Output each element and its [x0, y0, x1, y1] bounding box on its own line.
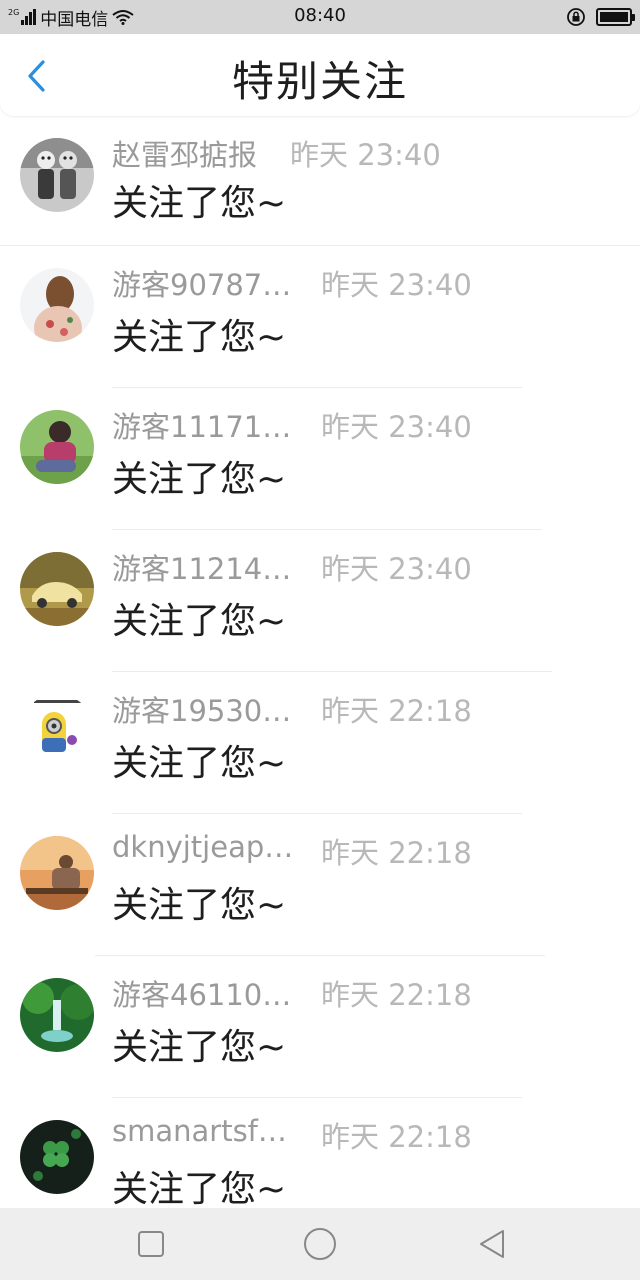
message-text: 关注了您~ [112, 459, 287, 500]
list-item[interactable]: 游客90787… 昨天 23:40 关注了您~ [0, 246, 640, 388]
user-name: smanartsf… [112, 1114, 287, 1148]
message-text: 关注了您~ [112, 1027, 287, 1068]
avatar [20, 268, 94, 342]
avatar [20, 836, 94, 910]
user-name: 游客19530… [112, 694, 292, 728]
back-nav-button[interactable] [472, 1224, 512, 1264]
timestamp: 昨天 23:40 [321, 552, 472, 586]
message-text: 关注了您~ [112, 183, 287, 224]
user-name: dknyjtjeap… [112, 830, 294, 864]
avatar [20, 138, 94, 212]
user-name: 游客90787… [112, 268, 292, 302]
recent-apps-button[interactable] [131, 1224, 171, 1264]
back-triangle-icon [480, 1230, 504, 1258]
user-name: 游客46110… [112, 978, 292, 1012]
timestamp: 昨天 22:18 [321, 1120, 472, 1154]
recent-apps-icon [138, 1231, 164, 1257]
avatar [20, 552, 94, 626]
avatar [20, 1120, 94, 1194]
list-item[interactable]: 游客11214… 昨天 23:40 关注了您~ [0, 530, 640, 672]
follow-list: 赵雷邳掂报 昨天 23:40 关注了您~ 游客90787… 昨天 23:40 关… [0, 116, 640, 1240]
list-item[interactable]: 赵雷邳掂报 昨天 23:40 关注了您~ [0, 116, 640, 246]
user-name: 游客11171… [112, 410, 292, 444]
page-title: 特别关注 [231, 57, 408, 106]
home-button[interactable] [300, 1224, 340, 1264]
timestamp: 昨天 22:18 [321, 978, 472, 1012]
message-text: 关注了您~ [112, 743, 287, 784]
timestamp: 昨天 22:18 [321, 836, 472, 870]
timestamp: 昨天 22:18 [321, 694, 472, 728]
list-item[interactable]: 游客46110… 昨天 22:18 关注了您~ [0, 956, 640, 1098]
home-icon [304, 1228, 336, 1260]
system-nav-bar [0, 1208, 640, 1280]
message-text: 关注了您~ [112, 317, 287, 358]
timestamp: 昨天 23:40 [290, 138, 441, 172]
list-item[interactable]: dknyjtjeap… 昨天 22:18 关注了您~ [0, 814, 640, 956]
avatar [20, 978, 94, 1052]
rotation-lock-icon [567, 8, 585, 26]
user-name: 游客11214… [112, 552, 292, 586]
timestamp: 昨天 23:40 [321, 268, 472, 302]
message-text: 关注了您~ [112, 1169, 287, 1210]
header: 特别关注 [0, 34, 640, 116]
list-item[interactable]: 游客11171… 昨天 23:40 关注了您~ [0, 388, 640, 530]
avatar [20, 410, 94, 484]
battery-icon [596, 8, 635, 26]
timestamp: 昨天 23:40 [321, 410, 472, 444]
status-time: 08:40 [294, 5, 346, 26]
avatar [20, 694, 94, 768]
status-right [566, 6, 635, 28]
message-text: 关注了您~ [112, 885, 287, 926]
message-text: 关注了您~ [112, 601, 287, 642]
user-name: 赵雷邳掂报 [112, 138, 258, 172]
list-item[interactable]: 游客19530… 昨天 22:18 关注了您~ [0, 672, 640, 814]
status-bar: 2G 中国电信 08:40 [0, 0, 640, 34]
